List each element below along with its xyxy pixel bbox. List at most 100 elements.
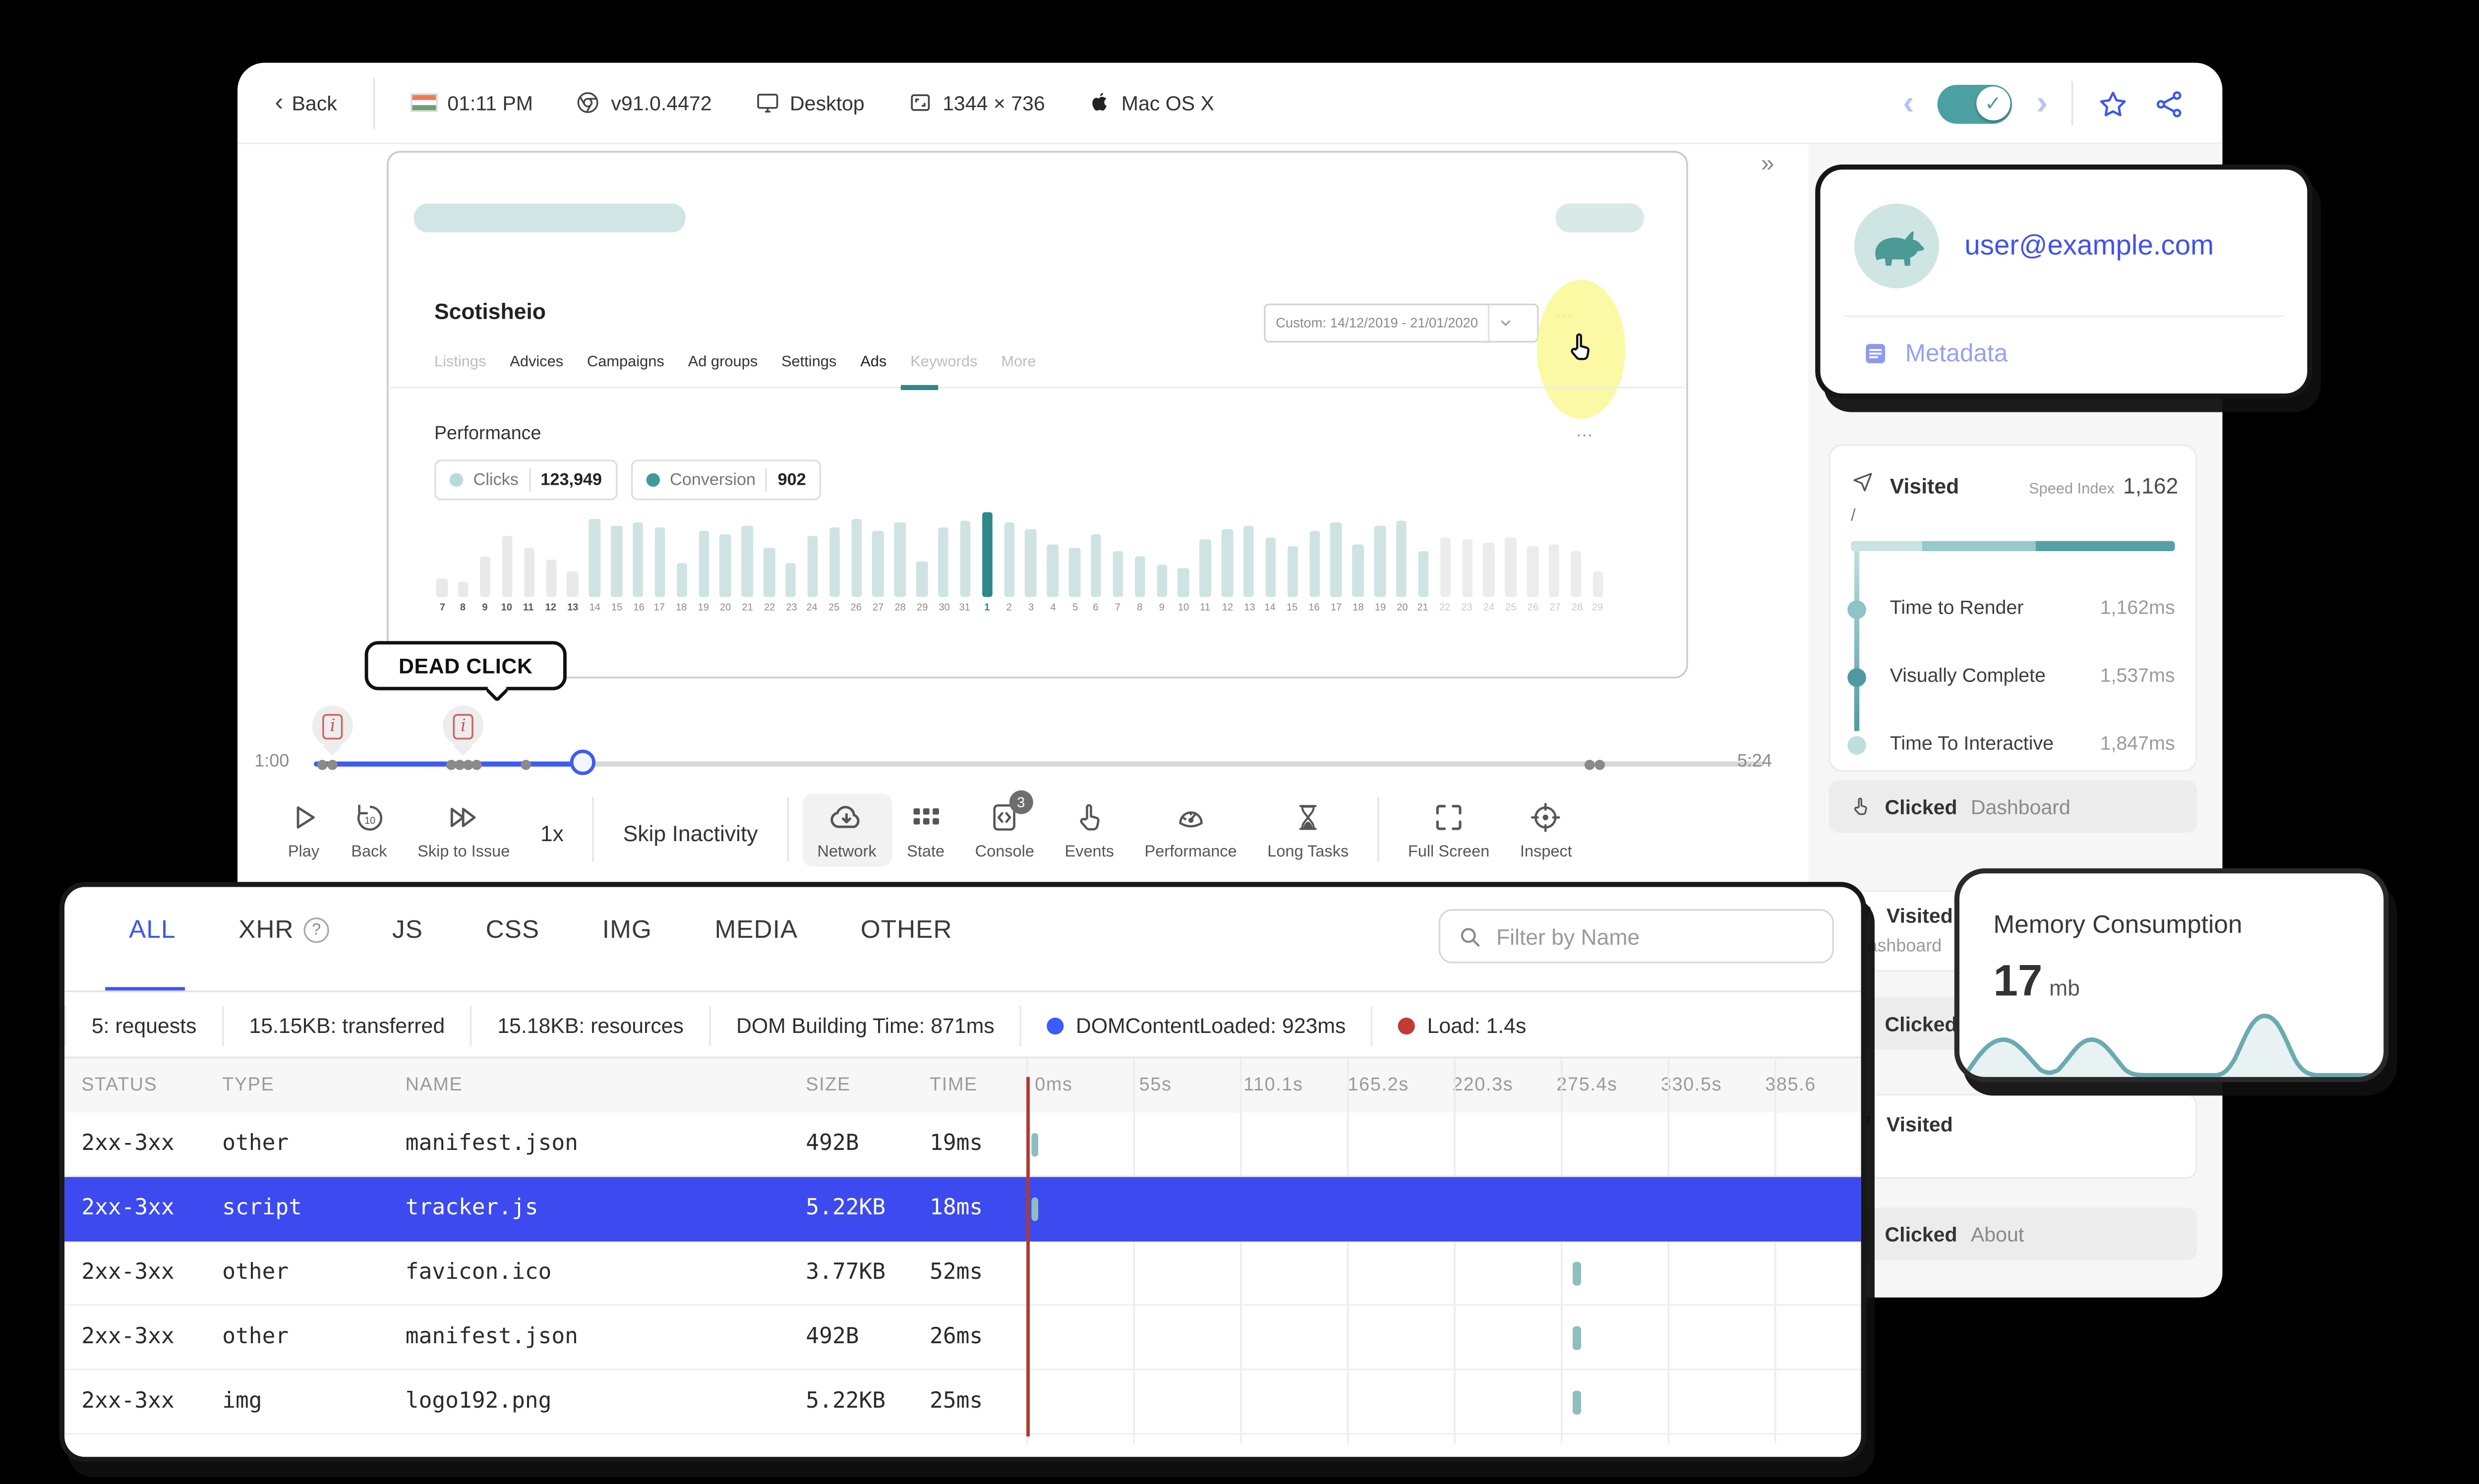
network-tab[interactable]: MEDIA bbox=[714, 916, 798, 945]
divider bbox=[592, 797, 594, 862]
back-label: Back bbox=[292, 91, 337, 114]
filter-input[interactable] bbox=[1496, 923, 1816, 949]
date-range-picker[interactable]: Custom: 14/12/2019 - 21/01/2020 bbox=[1264, 303, 1539, 343]
network-stat: DOMContentLoaded: 923ms bbox=[1019, 1005, 1371, 1046]
country-flag-icon bbox=[410, 93, 437, 112]
column-header[interactable]: SIZE bbox=[806, 1075, 930, 1095]
time-cell: 52ms bbox=[930, 1260, 983, 1286]
chart-bar: 13 bbox=[562, 506, 584, 614]
site-tab[interactable]: Ad groups bbox=[688, 353, 758, 370]
events-button[interactable]: Events bbox=[1050, 794, 1129, 866]
chart-bar: 22 bbox=[1434, 506, 1456, 614]
chevron-left-icon: ‹ bbox=[275, 88, 284, 117]
issue-marker-pin[interactable]: i bbox=[312, 705, 354, 746]
navigate-icon bbox=[1851, 470, 1875, 494]
request-row[interactable]: 2xx-3xx other manifest.json 492B 19ms bbox=[64, 1113, 1861, 1177]
series-dot bbox=[449, 473, 464, 487]
inspect-button[interactable]: Inspect bbox=[1505, 794, 1587, 866]
fullscreen-icon bbox=[1432, 799, 1466, 836]
chart-bar: 7 bbox=[1107, 506, 1129, 614]
request-row[interactable]: 2xx-3xx other manifest.json 492B 26ms bbox=[64, 1306, 1861, 1370]
site-nav-tabs: Listings Advices Campaigns Ad groups Setting… bbox=[434, 353, 1036, 370]
autoplay-toggle[interactable]: ✓ bbox=[1938, 84, 2013, 123]
state-icon bbox=[909, 799, 943, 836]
column-header[interactable]: NAME bbox=[406, 1075, 806, 1095]
prev-session-button[interactable]: ‹ bbox=[1903, 87, 1914, 120]
chevron-down-icon bbox=[1490, 315, 1521, 331]
skip-inactivity-label: Skip Inactivity bbox=[623, 820, 758, 846]
network-tab[interactable]: OTHER bbox=[861, 916, 952, 945]
timeline-track[interactable] bbox=[314, 749, 1765, 775]
size-cell: 3.77KB bbox=[806, 1260, 886, 1286]
site-tab[interactable]: Campaigns bbox=[587, 353, 664, 370]
chart-bar: 26 bbox=[845, 506, 867, 614]
waterfall-bar bbox=[1573, 1390, 1581, 1415]
site-tab[interactable]: Advices bbox=[510, 353, 563, 370]
request-row[interactable]: 2xx-3xx script tracker.js 5.22KB 18ms bbox=[64, 1177, 1861, 1242]
site-tab[interactable]: More bbox=[1001, 353, 1036, 370]
next-session-button[interactable]: › bbox=[2036, 87, 2048, 120]
network-button[interactable]: Network bbox=[802, 794, 892, 867]
visited-event-card[interactable]: Visited Speed Index 1,162 / Time to Rend… bbox=[1829, 444, 2197, 772]
event-item-visited[interactable]: Visited bbox=[1829, 1093, 2197, 1179]
chart-bar: 15 bbox=[1282, 506, 1303, 614]
speed-button[interactable]: 1x bbox=[525, 794, 579, 871]
site-tab[interactable]: Settings bbox=[781, 353, 836, 370]
play-button[interactable]: Play bbox=[271, 794, 336, 866]
column-header[interactable]: STATUS bbox=[81, 1075, 222, 1095]
network-tab[interactable]: JS bbox=[392, 916, 423, 945]
stat-dot bbox=[1047, 1017, 1064, 1034]
bookmark-star-icon[interactable] bbox=[2097, 87, 2129, 119]
more-icon[interactable]: ⋯ bbox=[1576, 427, 1595, 446]
chart-bar: 12 bbox=[540, 506, 562, 614]
replayed-website: Scotisheio Custom: 14/12/2019 - 21/01/20… bbox=[387, 151, 1688, 679]
metric-chip[interactable]: Conversion 902 bbox=[631, 459, 822, 501]
metric-chip[interactable]: Clicks 123,949 bbox=[434, 459, 617, 501]
network-icon bbox=[828, 799, 865, 836]
network-label: Network bbox=[817, 843, 877, 862]
event-item-clicked[interactable]: Clicked Dashboard bbox=[1829, 780, 2197, 833]
network-tab[interactable]: IMG bbox=[602, 916, 652, 945]
inspect-label: Inspect bbox=[1520, 843, 1572, 862]
expand-panel-icon[interactable]: » bbox=[1761, 149, 1774, 176]
network-tab[interactable]: CSS bbox=[486, 916, 540, 945]
status-cell: 2xx-3xx bbox=[81, 1324, 175, 1350]
longtasks-button[interactable]: Long Tasks bbox=[1252, 794, 1363, 866]
network-tab[interactable]: ALL bbox=[129, 916, 176, 945]
dead-click-tooltip: DEAD CLICK bbox=[364, 641, 567, 702]
issue-marker-pin[interactable]: i bbox=[443, 705, 484, 746]
metadata-button[interactable]: Metadata bbox=[1861, 339, 2007, 368]
network-tab[interactable]: XHR ? bbox=[238, 916, 330, 945]
waterfall-bar bbox=[1573, 1261, 1581, 1286]
skip-button[interactable]: Skip to Issue bbox=[402, 794, 525, 866]
performance-button[interactable]: Performance bbox=[1129, 794, 1252, 866]
column-header[interactable]: TYPE bbox=[222, 1075, 406, 1095]
help-icon[interactable]: ? bbox=[304, 917, 330, 943]
load-marker-line bbox=[1026, 1077, 1029, 1437]
user-info-popup: user@example.com Metadata bbox=[1815, 164, 2312, 399]
load-metric-row: Time to Render 1,162ms bbox=[1830, 575, 2175, 643]
chart-bar: 20 bbox=[1391, 506, 1413, 614]
chart-bar: 20 bbox=[714, 506, 736, 614]
site-tab[interactable]: Ads bbox=[860, 353, 886, 370]
back-label: Back bbox=[351, 843, 387, 862]
back-button[interactable]: 10 Back bbox=[336, 794, 402, 866]
state-button[interactable]: State bbox=[891, 794, 960, 866]
request-row[interactable]: 2xx-3xx other favicon.ico 3.77KB 52ms bbox=[64, 1242, 1861, 1306]
chart-bar: 3 bbox=[1020, 506, 1042, 614]
fullscreen-button[interactable]: Full Screen bbox=[1393, 794, 1505, 866]
event-item-clicked[interactable]: Clicked About bbox=[1829, 1207, 2197, 1260]
user-email[interactable]: user@example.com bbox=[1964, 230, 2214, 263]
session-replay-app: ‹ Back 01:11 PM v91.0.4472 Desktop 1344 … bbox=[0, 0, 2479, 1484]
chart-bar: 16 bbox=[1303, 506, 1325, 614]
network-tabs: ALL XHR ? JS CSS IMG MEDIA OTHER bbox=[129, 916, 952, 945]
waterfall-scale: 0ms 55s 110.1s 165.2s 220.3s 275.4s 330.5s 385.… bbox=[1026, 1058, 1861, 1112]
request-row[interactable]: 2xx-3xx img logo192.png 5.22KB 25ms bbox=[64, 1370, 1861, 1435]
skip-inactivity-button[interactable]: Skip Inactivity bbox=[608, 794, 773, 871]
back-button[interactable]: ‹ Back bbox=[275, 88, 337, 117]
share-icon[interactable] bbox=[2153, 87, 2185, 119]
divider bbox=[786, 797, 789, 862]
site-tab[interactable]: Listings bbox=[434, 353, 486, 370]
site-tab[interactable]: Keywords bbox=[910, 353, 977, 370]
console-button[interactable]: Console 3 bbox=[960, 790, 1050, 866]
